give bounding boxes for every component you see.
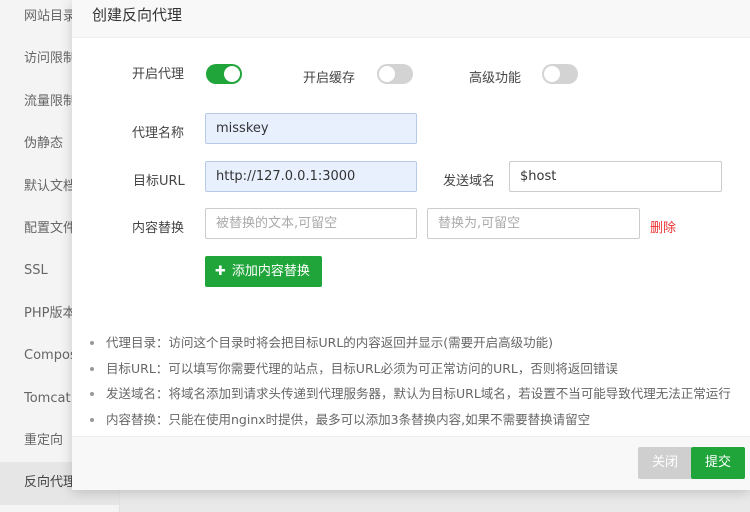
note-item: 目标URL：可以填写你需要代理的站点，目标URL必须为可正常访问的URL，否则将… [90,356,740,382]
target-url-input[interactable]: http://127.0.0.1:3000 [205,161,417,192]
add-content-replace-label: 添加内容替换 [231,264,310,279]
toggle-knob [379,66,395,82]
proxy-name-input[interactable]: misskey [205,113,417,144]
replace-to-input[interactable]: 替换为,可留空 [427,208,640,239]
close-button[interactable]: 关闭 [638,447,693,479]
send-host-input[interactable]: $host [509,161,722,192]
cache-toggle[interactable] [377,64,413,84]
submit-button[interactable]: 提交 [691,447,746,479]
proxy-toggle-label: 开启代理 [132,67,185,82]
delete-replace-link[interactable]: 删除 [650,217,676,236]
dialog-footer: 关闭 提交 [72,436,750,490]
advanced-toggle[interactable] [542,64,578,84]
help-notes: 代理目录：访问这个目录时将会把目标URL的内容返回并显示(需要开启高级功能) 目… [90,330,740,432]
target-url-label: 目标URL [133,174,185,189]
advanced-toggle-label: 高级功能 [469,71,522,86]
send-host-label: 发送域名 [443,174,496,189]
create-reverse-proxy-dialog: 创建反向代理 开启代理 开启缓存 高级功能 代理名称 misskey 目标URL… [72,0,750,490]
dialog-title: 创建反向代理 [92,6,183,24]
note-item: 内容替换：只能在使用nginx时提供，最多可以添加3条替换内容,如果不需要替换请… [90,407,740,433]
content-replace-label: 内容替换 [132,221,185,236]
note-item: 代理目录：访问这个目录时将会把目标URL的内容返回并显示(需要开启高级功能) [90,330,740,356]
add-content-replace-button[interactable]: ✚ 添加内容替换 [205,256,322,287]
plus-icon: ✚ [215,264,226,279]
proxy-name-label: 代理名称 [132,126,185,141]
toggle-knob [224,66,240,82]
proxy-toggle[interactable] [206,64,242,84]
dialog-header: 创建反向代理 [72,0,750,38]
replace-from-input[interactable]: 被替换的文本,可留空 [205,208,417,239]
cache-toggle-label: 开启缓存 [303,71,356,86]
toggle-knob [544,66,560,82]
note-item: 发送域名：将域名添加到请求头传递到代理服务器，默认为目标URL域名，若设置不当可… [90,381,740,407]
